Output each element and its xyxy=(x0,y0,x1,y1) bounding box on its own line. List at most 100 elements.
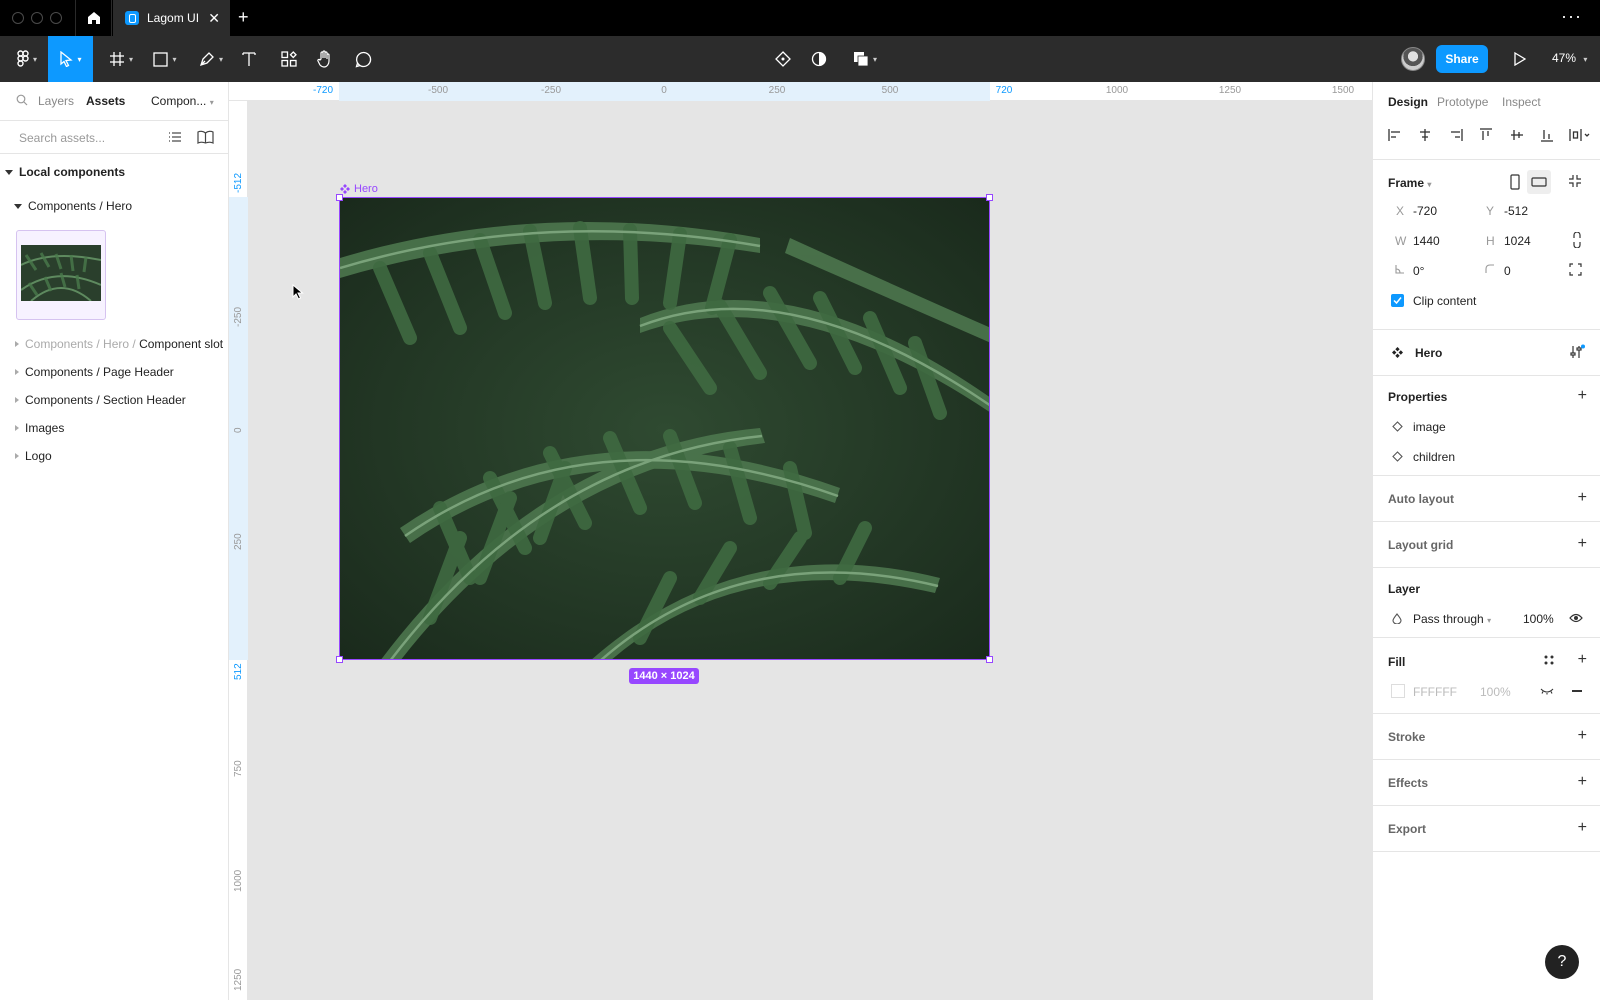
frame-section: Frame ▾ X -720 Y -512 W 1440 H 1024 0° 0… xyxy=(1373,160,1600,330)
group-label: Logo xyxy=(25,449,52,463)
landscape-orientation-button[interactable] xyxy=(1527,170,1551,194)
clip-content-checkbox[interactable] xyxy=(1391,294,1404,307)
add-auto-layout-icon[interactable]: + xyxy=(1578,490,1587,506)
fern-thumbnail-image xyxy=(21,245,101,301)
remove-fill-icon[interactable] xyxy=(1572,690,1582,692)
resize-handle-bottom-right[interactable] xyxy=(986,656,993,663)
share-button[interactable]: Share xyxy=(1436,45,1488,73)
list-view-icon[interactable] xyxy=(168,131,182,143)
eye-closed-icon[interactable] xyxy=(1540,687,1554,695)
layer-opacity-input[interactable]: 100% xyxy=(1523,612,1554,626)
h-label: H xyxy=(1486,234,1495,248)
height-input[interactable]: 1024 xyxy=(1504,234,1531,248)
local-components-header[interactable]: Local components xyxy=(0,158,229,186)
add-layout-grid-icon[interactable]: + xyxy=(1578,536,1587,552)
fill-opacity-input[interactable]: 100% xyxy=(1480,685,1511,699)
align-right-icon[interactable] xyxy=(1449,128,1463,142)
fill-color-swatch[interactable] xyxy=(1391,684,1405,698)
user-avatar[interactable] xyxy=(1401,47,1425,71)
text-tool-button[interactable] xyxy=(238,36,260,82)
tab-prototype[interactable]: Prototype xyxy=(1437,95,1488,109)
component-settings-icon[interactable] xyxy=(1569,344,1585,360)
y-input[interactable]: -512 xyxy=(1504,204,1528,218)
component-tool-button[interactable] xyxy=(772,36,794,82)
corner-radius-input[interactable]: 0 xyxy=(1504,264,1511,278)
component-slot-group[interactable]: Components / Hero / Component slot xyxy=(0,330,229,358)
mouse-cursor-icon xyxy=(292,284,304,300)
tab-inspect[interactable]: Inspect xyxy=(1502,95,1541,109)
add-property-icon[interactable]: + xyxy=(1578,388,1587,404)
add-stroke-icon[interactable]: + xyxy=(1578,728,1587,744)
chevron-down-icon: ▾ xyxy=(172,54,177,64)
section-header-group[interactable]: Components / Section Header xyxy=(0,386,229,414)
components-hero-group[interactable]: Components / Hero xyxy=(0,192,229,220)
independent-corners-icon[interactable] xyxy=(1569,263,1582,276)
home-button[interactable] xyxy=(75,0,112,36)
shape-tool-button[interactable]: ▾ xyxy=(146,36,184,82)
frame-type-dropdown[interactable]: Frame ▾ xyxy=(1388,176,1431,190)
resize-handle-top-left[interactable] xyxy=(336,194,343,201)
comment-tool-button[interactable] xyxy=(352,36,374,82)
component-slot-path: Components / Hero / xyxy=(25,337,136,351)
close-tab-icon[interactable]: ✕ xyxy=(208,10,220,27)
resources-tool-button[interactable] xyxy=(278,36,300,82)
new-tab-button[interactable]: + xyxy=(238,7,249,28)
resize-to-fit-icon[interactable] xyxy=(1568,174,1582,188)
library-dropdown[interactable]: Compon... ▾ xyxy=(151,94,214,108)
frame-tool-button[interactable]: ▾ xyxy=(102,36,140,82)
portrait-orientation-icon[interactable] xyxy=(1510,174,1520,190)
present-button[interactable] xyxy=(1508,47,1532,71)
caret-right-icon xyxy=(15,341,19,347)
property-image[interactable]: image xyxy=(1413,420,1446,434)
hand-tool-button[interactable] xyxy=(314,36,336,82)
eye-icon[interactable] xyxy=(1569,612,1583,624)
move-tool-button[interactable]: ▾ xyxy=(48,36,93,82)
move-cursor-icon xyxy=(60,51,74,67)
resize-handle-bottom-left[interactable] xyxy=(336,656,343,663)
logo-group[interactable]: Logo xyxy=(0,442,229,470)
boolean-tool-button[interactable]: ▾ xyxy=(848,36,882,82)
landscape-orientation-icon xyxy=(1531,177,1547,187)
caret-right-icon xyxy=(15,425,19,431)
add-export-icon[interactable]: + xyxy=(1578,820,1587,836)
add-fill-icon[interactable]: + xyxy=(1578,652,1587,668)
width-input[interactable]: 1440 xyxy=(1413,234,1440,248)
tab-layers[interactable]: Layers xyxy=(38,94,74,108)
search-icon[interactable] xyxy=(16,94,28,106)
fill-hex-input[interactable]: FFFFFF xyxy=(1413,685,1457,699)
pen-tool-button[interactable]: ▾ xyxy=(192,36,230,82)
hero-frame[interactable] xyxy=(339,197,990,660)
property-children[interactable]: children xyxy=(1413,450,1455,464)
group-label: Components / Page Header xyxy=(25,365,174,379)
tab-design[interactable]: Design xyxy=(1388,95,1428,109)
align-horizontal-center-icon[interactable] xyxy=(1418,128,1432,142)
x-input[interactable]: -720 xyxy=(1413,204,1437,218)
library-book-icon[interactable] xyxy=(197,130,214,144)
add-effect-icon[interactable]: + xyxy=(1578,774,1587,790)
zoom-dropdown[interactable]: 47% ▾ xyxy=(1552,51,1587,65)
more-options-icon[interactable]: ··· xyxy=(1561,6,1582,27)
main-menu-button[interactable]: ▾ xyxy=(8,36,46,82)
window-zoom-dot[interactable] xyxy=(50,12,62,24)
align-vertical-center-icon[interactable] xyxy=(1510,128,1524,142)
window-minimize-dot[interactable] xyxy=(31,12,43,24)
frame-name-label[interactable]: Hero xyxy=(340,183,378,195)
align-bottom-icon[interactable] xyxy=(1540,128,1554,142)
page-header-group[interactable]: Components / Page Header xyxy=(0,358,229,386)
resize-handle-top-right[interactable] xyxy=(986,194,993,201)
hero-component-thumbnail[interactable] xyxy=(16,230,106,320)
search-assets-input[interactable]: Search assets... xyxy=(19,131,105,145)
styles-grid-icon[interactable] xyxy=(1544,655,1554,665)
help-button[interactable]: ? xyxy=(1545,945,1579,979)
file-tab[interactable]: Lagom UI ✕ xyxy=(113,0,230,36)
distribute-icon[interactable] xyxy=(1569,128,1591,142)
align-left-icon[interactable] xyxy=(1388,128,1402,142)
rotation-input[interactable]: 0° xyxy=(1413,264,1424,278)
constrain-proportions-icon[interactable] xyxy=(1573,232,1581,248)
tab-assets[interactable]: Assets xyxy=(86,94,125,108)
images-group[interactable]: Images xyxy=(0,414,229,442)
align-top-icon[interactable] xyxy=(1479,128,1493,142)
mask-tool-button[interactable] xyxy=(808,36,830,82)
blend-mode-dropdown[interactable]: Pass through ▾ xyxy=(1413,612,1491,626)
window-close-dot[interactable] xyxy=(12,12,24,24)
